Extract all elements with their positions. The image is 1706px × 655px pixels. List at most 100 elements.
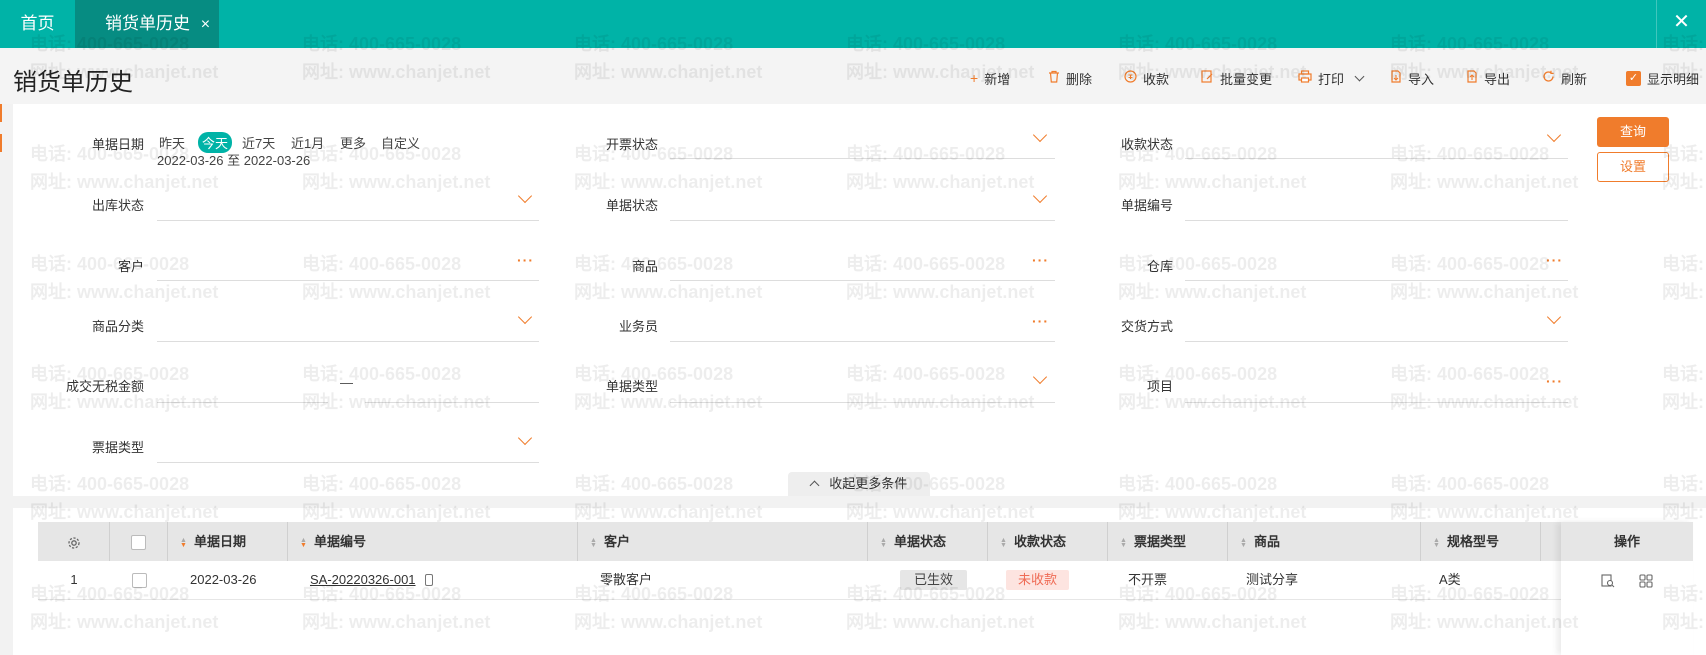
project-picker[interactable]	[1185, 402, 1568, 403]
batch-change-button[interactable]: 批量变更	[1201, 68, 1272, 88]
salesperson-label: 业务员	[618, 319, 658, 334]
sort-icon[interactable]: ▲ ▼	[180, 537, 188, 549]
tab-home[interactable]: 首页	[0, 0, 75, 48]
refresh-label: 刷新	[1561, 71, 1588, 87]
product-category-select[interactable]	[157, 341, 539, 342]
page-title: 销货单历史	[13, 69, 133, 96]
invoice-status-select[interactable]	[670, 158, 1055, 159]
more-dots-icon[interactable]: ···	[1546, 252, 1563, 268]
sort-icon[interactable]: ▲ ▼	[590, 537, 598, 549]
more-dots-icon[interactable]: ···	[1546, 373, 1563, 389]
collapse-conditions-button[interactable]: 收起更多条件	[788, 472, 930, 496]
row-customer: 零散客户	[600, 572, 653, 587]
header-spec[interactable]: ▲ ▼ 规格型号	[1421, 522, 1541, 561]
sort-icon[interactable]: ▲ ▼	[1240, 537, 1248, 549]
print-label: 打印	[1318, 71, 1345, 87]
product-picker[interactable]	[670, 280, 1055, 281]
row-doc-number[interactable]: SA-20220326-001	[288, 561, 578, 599]
import-label: 导入	[1408, 71, 1435, 87]
outbound-status-label: 出库状态	[91, 198, 144, 213]
mobile-icon	[425, 574, 434, 586]
date-custom[interactable]: 自定义	[377, 132, 424, 153]
doc-number-label: 单据编号	[1120, 198, 1173, 213]
sort-icon[interactable]: ▲ ▼	[880, 537, 888, 549]
project-label: 项目	[1146, 379, 1173, 394]
invoice-status-label: 开票状态	[605, 137, 658, 152]
show-detail-toggle[interactable]: ✓ 显示明细	[1626, 68, 1699, 88]
doc-date-label: 单据日期	[91, 137, 144, 152]
range-separator: —	[340, 375, 353, 390]
query-button[interactable]: 查询	[1597, 117, 1669, 147]
ticket-type-label: 票据类型	[91, 440, 144, 455]
row-checkbox[interactable]	[110, 561, 168, 599]
delivery-method-select[interactable]	[1185, 341, 1568, 342]
sort-icon[interactable]: ▲ ▼	[1433, 537, 1441, 549]
column-settings-icon[interactable]	[38, 522, 110, 561]
header-doc-status[interactable]: ▲ ▼ 单据状态	[868, 522, 988, 561]
add-label: 新增	[984, 71, 1011, 87]
refresh-button[interactable]: 刷新	[1542, 68, 1587, 88]
collapse-label: 收起更多条件	[829, 476, 908, 491]
table-header: ▲ ▼ 单据日期 ▲ ▼ 单据编号 ▲ ▼ 客户 ▲ ▼ 单据状态 ▲ ▼ 收款状态 ▲ ▼ 票据类型 …	[38, 522, 1693, 561]
row-spec: A类	[1439, 572, 1461, 587]
amount-max-input[interactable]	[365, 402, 539, 403]
receive-button[interactable]: 收款	[1124, 68, 1169, 88]
tab-sales-history-label: 销货单历史	[105, 14, 190, 33]
view-icon[interactable]	[1601, 572, 1619, 588]
header-doc-date[interactable]: ▲ ▼ 单据日期	[168, 522, 288, 561]
table-row[interactable]: 1 2022-03-26 SA-20220326-001 零散客户 已生效 未收…	[38, 561, 1693, 600]
customer-picker[interactable]	[157, 280, 539, 281]
salesperson-picker[interactable]	[670, 341, 1055, 342]
sort-icon[interactable]: ▲ ▼	[300, 537, 308, 549]
status-badge: 已生效	[900, 570, 968, 590]
header-pay-status[interactable]: ▲ ▼ 收款状态	[988, 522, 1108, 561]
results-table: ▲ ▼ 单据日期 ▲ ▼ 单据编号 ▲ ▼ 客户 ▲ ▼ 单据状态 ▲ ▼ 收款状态 ▲ ▼ 票据类型 …	[13, 508, 1706, 655]
export-label: 导出	[1484, 71, 1511, 87]
header-doc-number[interactable]: ▲ ▼ 单据编号	[288, 522, 578, 561]
date-more[interactable]: 更多	[336, 132, 370, 153]
top-tab-bar: 首页 销货单历史 × ✕	[0, 0, 1706, 48]
add-button[interactable]: + 新增	[970, 68, 1010, 88]
checkbox-checked-icon[interactable]: ✓	[1626, 70, 1641, 86]
chevron-up-icon	[809, 480, 820, 491]
payment-status-select[interactable]	[1185, 158, 1568, 159]
batch-change-label: 批量变更	[1220, 71, 1273, 87]
warehouse-label: 仓库	[1146, 259, 1173, 274]
ticket-type-select[interactable]	[157, 462, 539, 463]
show-detail-label: 显示明细	[1647, 71, 1700, 87]
printer-icon	[1298, 70, 1312, 86]
header-customer[interactable]: ▲ ▼ 客户	[578, 522, 868, 561]
doc-type-select[interactable]	[670, 402, 1055, 403]
chevron-down-icon[interactable]	[1354, 71, 1365, 81]
doc-number-input[interactable]	[1185, 220, 1568, 221]
payment-status-label: 收款状态	[1120, 137, 1173, 152]
doc-number-link[interactable]: SA-20220326-001	[310, 572, 416, 587]
settings-button[interactable]: 设置	[1597, 152, 1669, 182]
select-all-checkbox[interactable]	[110, 522, 168, 561]
status-badge: 未收款	[1006, 570, 1070, 590]
grid-icon[interactable]	[1639, 572, 1653, 588]
tab-sales-history[interactable]: 销货单历史 ×	[75, 0, 219, 48]
header-product[interactable]: ▲ ▼ 商品	[1228, 522, 1421, 561]
warehouse-picker[interactable]	[1185, 280, 1568, 281]
delete-button[interactable]: 删除	[1048, 68, 1092, 88]
title-row: 销货单历史 + 新增 删除 收款 批量变更 打印 导入 导出 刷新 ✓ 显示明细	[0, 48, 1706, 104]
delivery-method-label: 交货方式	[1120, 319, 1173, 334]
export-button[interactable]: 导出	[1466, 68, 1510, 88]
delete-label: 删除	[1066, 71, 1093, 87]
header-ticket-type[interactable]: ▲ ▼ 票据类型	[1108, 522, 1228, 561]
coin-icon	[1124, 70, 1137, 86]
ops-header: 操作	[1561, 522, 1693, 561]
operations-column: 操作	[1561, 522, 1693, 655]
outbound-status-select[interactable]	[157, 220, 539, 221]
import-button[interactable]: 导入	[1390, 68, 1434, 88]
doc-status-select[interactable]	[670, 220, 1055, 221]
side-markers	[0, 104, 2, 152]
tab-close-icon[interactable]: ×	[201, 16, 210, 33]
sort-icon[interactable]: ▲ ▼	[1000, 537, 1008, 549]
sort-icon[interactable]: ▲ ▼	[1120, 537, 1128, 549]
close-all-icon[interactable]: ✕	[1656, 0, 1706, 48]
export-icon	[1466, 70, 1478, 86]
amount-min-input[interactable]	[157, 402, 328, 403]
print-button[interactable]: 打印	[1298, 68, 1365, 88]
